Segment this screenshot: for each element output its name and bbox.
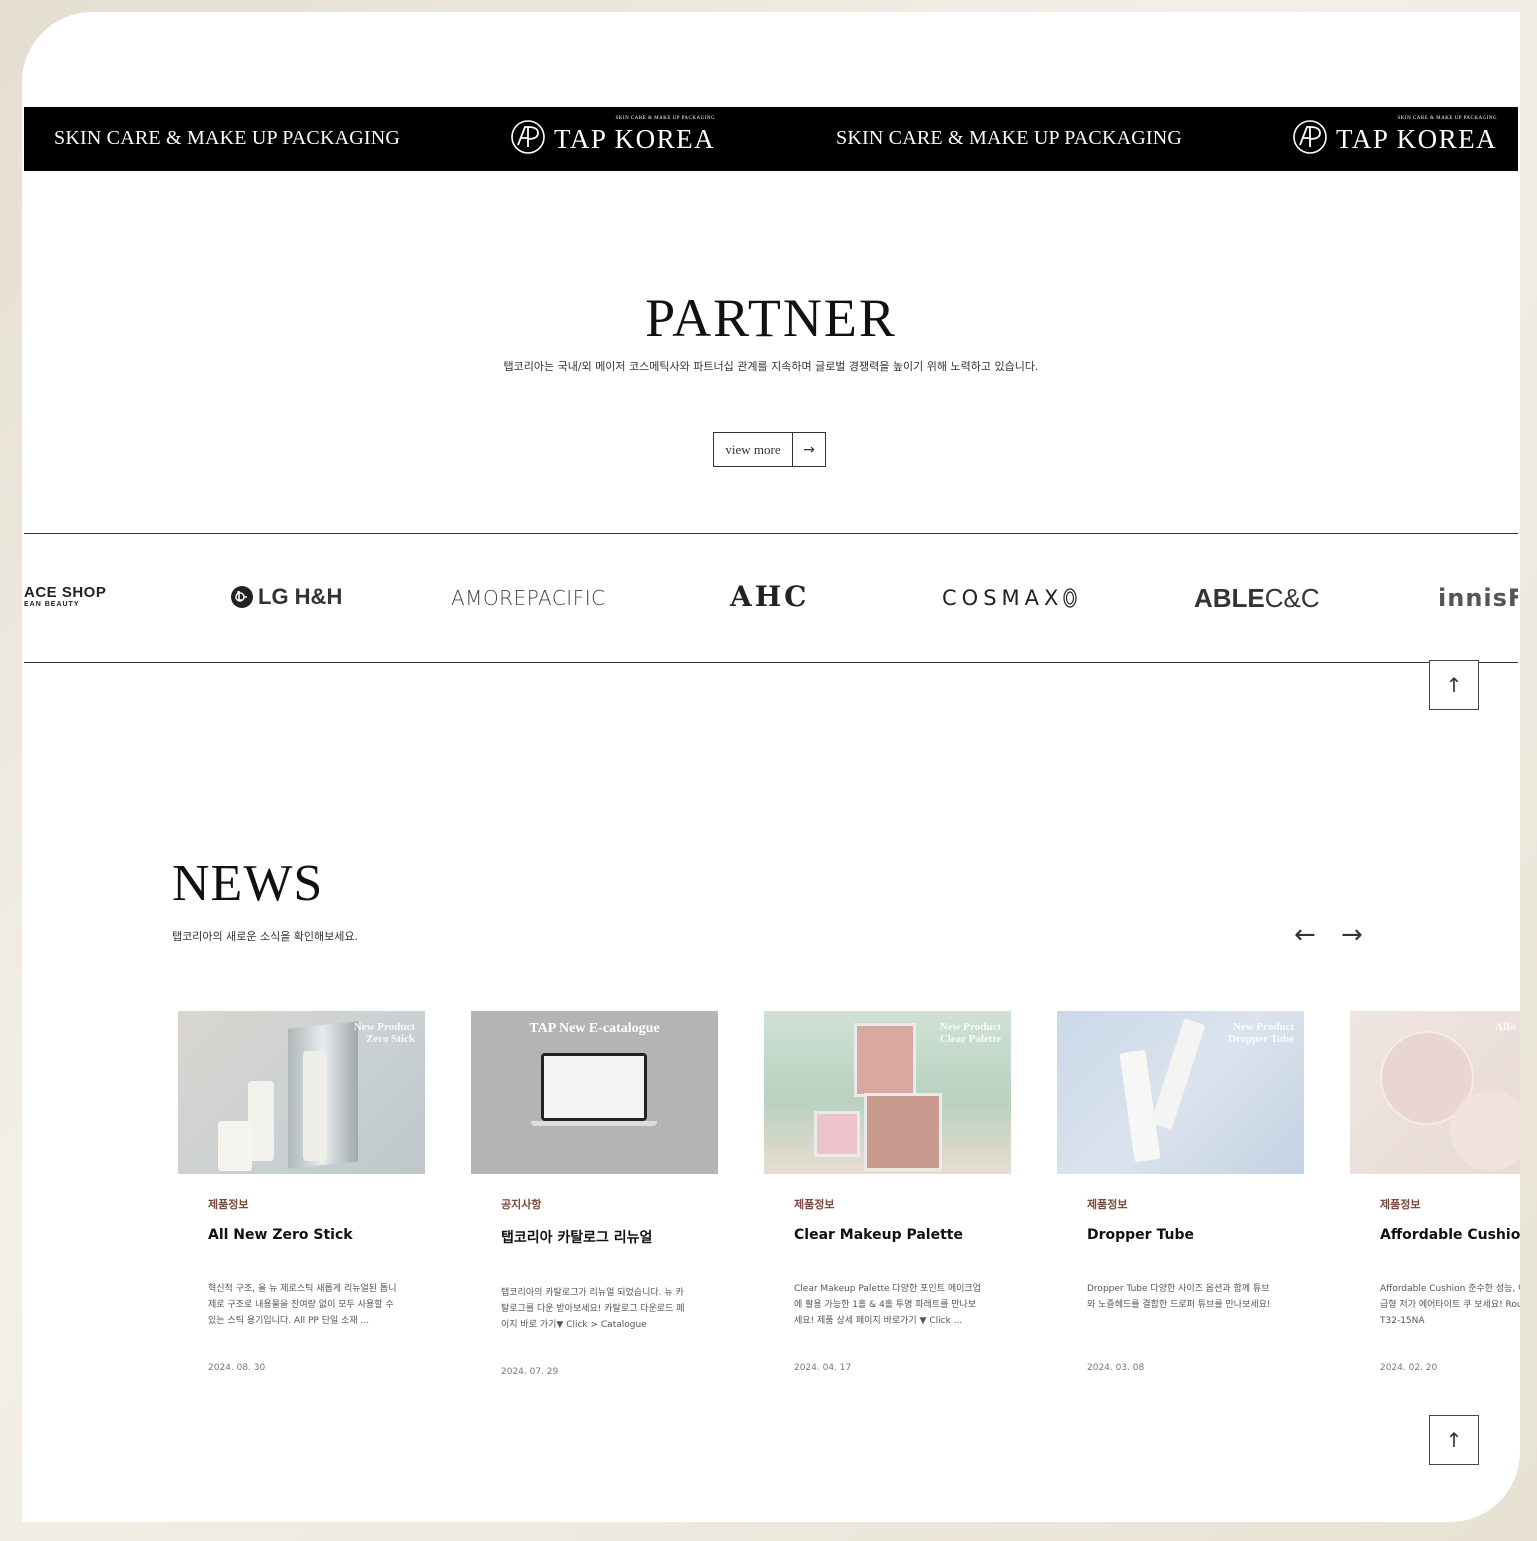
news-title-text: Clear Makeup Palette	[794, 1227, 963, 1243]
thumbnail-caption: New Product Zero Stick	[353, 1021, 415, 1045]
brand-small-text: SKIN CARE & MAKE UP PACKAGING	[615, 115, 716, 121]
brand-small-text: SKIN CARE & MAKE UP PACKAGING	[1397, 115, 1498, 121]
partner-logo-strip: ACE SHOP EAN BEAUTY LG H&H AMOREPACIFIC …	[24, 533, 1518, 663]
news-date: 2024. 03. 08	[1087, 1363, 1145, 1373]
scroll-to-top-button[interactable]: ↑	[1429, 1415, 1479, 1465]
page: SKIN CARE & MAKE UP PACKAGING SKIN CARE …	[22, 12, 1520, 1522]
palette-shape	[854, 1023, 916, 1097]
brand-logo[interactable]: SKIN CARE & MAKE UP PACKAGING TAP KOREA	[1292, 115, 1498, 155]
stick-shape	[218, 1121, 252, 1171]
news-title-text: Dropper Tube	[1087, 1227, 1194, 1243]
marquee-banner: SKIN CARE & MAKE UP PACKAGING SKIN CARE …	[24, 107, 1518, 171]
view-more-label: view more	[714, 433, 793, 466]
lg-logo-text: LG H&H	[258, 584, 343, 609]
faceshop-logo-text: ACE SHOP	[24, 584, 107, 601]
view-more-button[interactable]: view more →	[713, 432, 826, 467]
news-card[interactable]: New Product Dropper Tube 제품정보 Dropper Tub…	[1057, 1011, 1304, 1373]
news-date: 2024. 02. 20	[1380, 1363, 1438, 1373]
news-date: 2024. 07. 29	[501, 1367, 559, 1377]
partner-subtitle: 탭코리아는 국내/외 메이저 코스메틱사와 파트너십 관계를 지속하며 글로벌 …	[503, 360, 1039, 373]
news-subtitle: 탭코리아의 새로운 소식을 확인해보세요.	[172, 930, 359, 943]
cosmax-emblem-icon	[1063, 588, 1078, 608]
news-card[interactable]: TAP New E-catalogue 공지사항 탭코리아 카탈로그 리뉴얼 탭…	[471, 1011, 718, 1377]
news-description: Clear Makeup Palette 다양한 포인트 메이크업에 활용 가능…	[794, 1284, 981, 1326]
news-date: 2024. 08. 30	[208, 1363, 266, 1373]
news-thumbnail: New Product Clear Palette	[764, 1011, 1011, 1174]
news-title-text: 탭코리아 카탈로그 리뉴얼	[501, 1230, 653, 1246]
faceshop-logo-subtext: EAN BEAUTY	[24, 601, 80, 608]
tube-shape	[1150, 1018, 1206, 1130]
arrow-right-icon: →	[803, 441, 815, 458]
news-date: 2024. 04. 17	[794, 1363, 852, 1373]
prev-arrow-icon[interactable]: ←	[1294, 920, 1316, 950]
news-card[interactable]: New Product Zero Stick 제품정보 All New Zero …	[178, 1011, 425, 1373]
partner-logo-innisfree[interactable]: innisFr	[1438, 584, 1518, 612]
news-thumbnail: New Product Zero Stick	[178, 1011, 425, 1174]
tap-emblem-icon	[1293, 120, 1327, 154]
news-card[interactable]: New Product Clear Palette 제품정보 Clear Make…	[764, 1011, 1011, 1373]
thumbnail-caption: TAP New E-catalogue	[529, 1021, 660, 1036]
able-logo-rest: C&C	[1264, 583, 1320, 613]
news-category: 제품정보	[208, 1198, 249, 1211]
partner-title: PARTNER	[645, 288, 897, 348]
partner-logo-able[interactable]: ABLEC&C	[1194, 583, 1320, 614]
banner-tagline: SKIN CARE & MAKE UP PACKAGING	[836, 127, 1183, 149]
brand-name: TAP KOREA	[554, 123, 716, 154]
news-description: 탭코리아의 카탈로그가 리뉴얼 되었습니다. 뉴 카탈로그를 다운 받아보세요!…	[501, 1288, 685, 1330]
news-title-text: All New Zero Stick	[208, 1227, 353, 1243]
news-card[interactable]: Affo 제품정보 Affordable Cushion Affordable …	[1350, 1011, 1520, 1373]
news-category: 제품정보	[794, 1198, 835, 1211]
stick-shape	[303, 1051, 327, 1161]
thumbnail-caption: New Product Dropper Tube	[1228, 1021, 1294, 1045]
cushion-shape	[1450, 1091, 1520, 1171]
partner-logo-lg[interactable]: LG H&H	[230, 584, 342, 610]
scroll-to-top-button[interactable]: ↑	[1429, 660, 1479, 710]
news-thumbnail: Affo	[1350, 1011, 1520, 1174]
partner-logo-faceshop[interactable]: ACE SHOP EAN BEAUTY	[24, 584, 106, 608]
news-description: 혁신적 구조, 올 뉴 제로스틱 새롭게 리뉴얼된 톱니 제로 구조로 내용물을…	[208, 1284, 397, 1326]
tube-shape	[1119, 1049, 1161, 1163]
news-title: NEWS	[172, 855, 324, 912]
news-description: Affordable Cushion 준수한 성능, 이 가능한 보급형 저가 …	[1380, 1284, 1520, 1326]
news-category: 제품정보	[1087, 1198, 1128, 1211]
laptop-base-shape	[531, 1121, 657, 1126]
next-arrow-icon[interactable]: →	[1341, 920, 1363, 950]
thumbnail-caption: Affo	[1495, 1021, 1516, 1033]
news-thumbnail: TAP New E-catalogue	[471, 1011, 718, 1174]
news-category: 제품정보	[1380, 1198, 1421, 1211]
banner-tagline: SKIN CARE & MAKE UP PACKAGING	[54, 127, 401, 149]
news-title-text: Affordable Cushion	[1380, 1227, 1520, 1243]
news-thumbnail: New Product Dropper Tube	[1057, 1011, 1304, 1174]
brand-name: TAP KOREA	[1336, 123, 1498, 154]
lg-emblem-icon	[231, 586, 253, 608]
thumbnail-caption: New Product Clear Palette	[939, 1021, 1001, 1045]
partner-logo-amorepacific[interactable]: AMOREPACIFIC	[451, 586, 606, 610]
news-description: Dropper Tube 다양한 사이즈 옵션과 함께 튜브와 노즐헤드를 결합…	[1087, 1284, 1271, 1310]
news-category: 공지사항	[501, 1198, 542, 1211]
cosmax-logo-text: COSMAX	[942, 586, 1064, 610]
palette-shape	[814, 1111, 860, 1157]
tap-emblem-icon	[511, 120, 545, 154]
able-logo-bold: ABLE	[1194, 583, 1265, 613]
palette-shape	[864, 1093, 942, 1171]
partner-logo-cosmax[interactable]: COSMAX	[942, 586, 1078, 610]
laptop-screen-shape	[541, 1053, 647, 1121]
brand-logo[interactable]: SKIN CARE & MAKE UP PACKAGING TAP KOREA	[510, 115, 716, 155]
partner-logo-ahc[interactable]: AHC	[730, 580, 809, 613]
